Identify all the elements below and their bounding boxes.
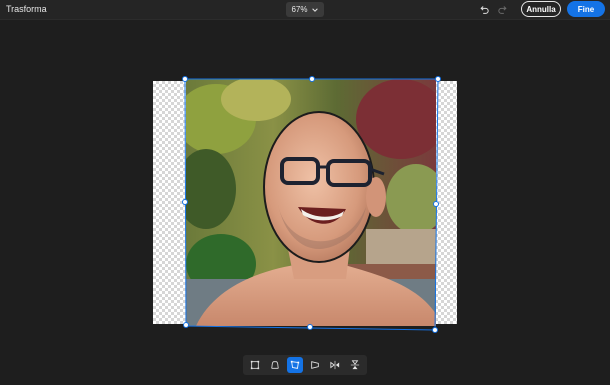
flip-horizontal-icon (330, 360, 340, 370)
handle-middle-left[interactable] (182, 199, 188, 205)
distort-icon (290, 360, 300, 369)
undo-icon (480, 6, 489, 14)
handle-middle-right[interactable] (433, 201, 439, 207)
handle-top-center[interactable] (309, 76, 315, 82)
redo-button[interactable] (496, 3, 510, 17)
top-bar: Trasforma 67% Annulla Fine (0, 0, 610, 20)
done-button[interactable]: Fine (567, 1, 605, 17)
handle-bottom-center[interactable] (307, 324, 313, 330)
cancel-button[interactable]: Annulla (521, 1, 561, 17)
transform-icon (250, 360, 260, 370)
handle-bottom-left[interactable] (183, 322, 189, 328)
transform-toolbar (243, 355, 367, 375)
redo-icon (498, 6, 507, 14)
handle-top-left[interactable] (182, 76, 188, 82)
flip-vertical-icon (350, 360, 360, 370)
photo-layer[interactable] (186, 79, 436, 326)
handle-bottom-right[interactable] (432, 327, 438, 333)
transform-tool-button[interactable] (247, 357, 263, 373)
portrait-photo (186, 79, 436, 326)
distort-tool-button[interactable] (287, 357, 303, 373)
undo-button[interactable] (477, 3, 491, 17)
zoom-dropdown[interactable]: 67% (286, 2, 324, 17)
perspective-icon (311, 361, 319, 369)
page-title: Trasforma (6, 4, 47, 14)
flip-horizontal-button[interactable] (327, 357, 343, 373)
warp-tool-button[interactable] (267, 357, 283, 373)
flip-vertical-button[interactable] (347, 357, 363, 373)
perspective-tool-button[interactable] (307, 357, 323, 373)
warp-icon (271, 361, 279, 369)
chevron-down-icon (311, 7, 318, 12)
zoom-value: 67% (291, 5, 308, 14)
handle-top-right[interactable] (435, 76, 441, 82)
